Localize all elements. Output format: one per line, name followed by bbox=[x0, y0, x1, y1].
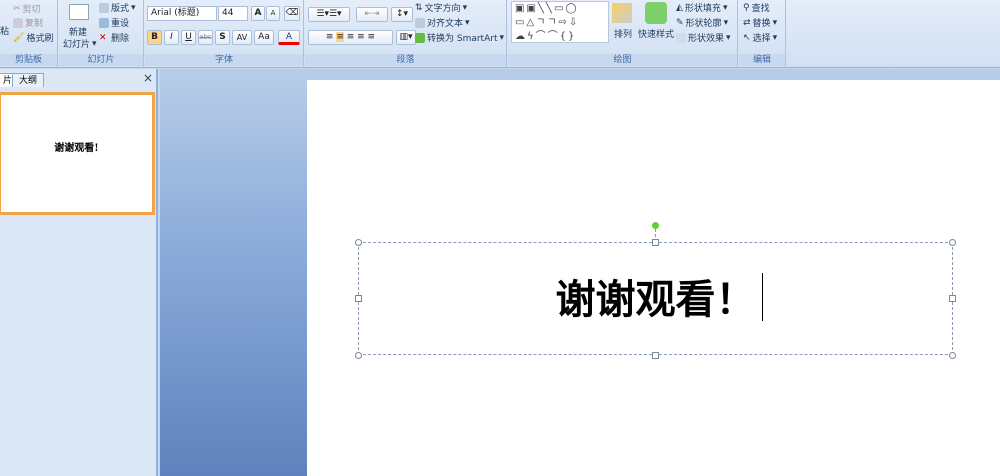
resize-handle[interactable] bbox=[949, 239, 956, 246]
shadow-button[interactable]: S bbox=[215, 30, 230, 45]
line-spacing-button[interactable]: ↕▾ bbox=[391, 7, 413, 22]
close-pane-button[interactable]: × bbox=[143, 71, 153, 85]
underline-button[interactable]: U bbox=[181, 30, 196, 45]
drawing-label: 绘图 bbox=[508, 54, 737, 66]
slides-group: 新建 幻灯片 ▾ 版式 ▾ 重设 ✕ 删除 幻灯片 bbox=[59, 0, 144, 68]
tab-outline[interactable]: 大纲 bbox=[12, 73, 45, 87]
resize-handle[interactable] bbox=[355, 352, 362, 359]
slide-title-text[interactable]: 谢谢观看！ bbox=[358, 270, 953, 330]
smartart-icon bbox=[415, 32, 425, 43]
find-button[interactable]: ⚲ 查找 bbox=[743, 1, 770, 15]
eraser-icon: ⌫ bbox=[285, 8, 299, 18]
copy-button[interactable]: 复制 bbox=[13, 16, 43, 29]
new-slide-icon bbox=[69, 4, 89, 20]
pencil-icon: ✎ bbox=[676, 17, 684, 28]
font-color-button[interactable]: A bbox=[278, 30, 300, 45]
slides-pane: 片 大纲 × 谢谢观看! bbox=[0, 69, 158, 476]
drawing-group: ▣▣╲╲▭◯ ▭△ㄱㄱ⇨⇩ ☁ϟ⌒⌒{} 排列 快速样式 ◭ 形状填充 ▾ ✎ 形状轮廓 ▾… bbox=[508, 0, 738, 68]
layout-icon bbox=[99, 2, 109, 13]
reset-icon bbox=[99, 17, 109, 28]
italic-button[interactable]: I bbox=[164, 30, 179, 45]
arrange-icon bbox=[612, 3, 632, 23]
align-text-button[interactable]: 对齐文本 ▾ bbox=[415, 16, 470, 29]
slide-thumbnail[interactable]: 谢谢观看! bbox=[0, 92, 155, 215]
reset-button[interactable]: 重设 bbox=[99, 16, 129, 29]
resize-handle[interactable] bbox=[652, 239, 659, 246]
text-cursor bbox=[762, 273, 763, 321]
clear-format-button[interactable]: ⌫ bbox=[284, 6, 300, 21]
font-label: 字体 bbox=[145, 54, 303, 66]
editing-group: ⚲ 查找 ⇄ 替换 ▾ ↖ 选择 ▾ 编辑 bbox=[739, 0, 786, 68]
resize-handle[interactable] bbox=[949, 352, 956, 359]
new-slide-dropdown[interactable]: 幻灯片 ▾ bbox=[63, 37, 97, 51]
bullets-button[interactable]: ☰▾☰▾ bbox=[308, 7, 350, 22]
font-group: Arial (标题) 44 A A ⌫ B I U abc S AV Aa A … bbox=[145, 0, 304, 68]
cut-button[interactable]: ✂ 剪切 bbox=[13, 2, 41, 16]
thumbnail-text: 谢谢观看! bbox=[54, 143, 99, 154]
alignment-buttons[interactable]: ≡ ≡ ≡ ≡ ≡ bbox=[308, 30, 393, 45]
delete-icon: ✕ bbox=[99, 32, 107, 43]
shrink-font-button[interactable]: A bbox=[266, 6, 280, 21]
resize-handle[interactable] bbox=[652, 352, 659, 359]
text-direction-icon: ⇅ bbox=[415, 2, 423, 13]
rotate-handle[interactable] bbox=[652, 222, 659, 229]
replace-icon: ⇄ bbox=[743, 17, 751, 28]
brush-icon: 🖌 bbox=[13, 32, 25, 43]
indent-buttons[interactable]: ⇤⇥ bbox=[356, 7, 388, 22]
text-direction-button[interactable]: ⇅ 文字方向 ▾ bbox=[415, 1, 467, 15]
shape-outline-button[interactable]: ✎ 形状轮廓 ▾ bbox=[676, 16, 728, 30]
slides-label: 幻灯片 bbox=[59, 54, 143, 66]
delete-button[interactable]: ✕ 删除 bbox=[99, 31, 129, 45]
strikethrough-button[interactable]: abc bbox=[198, 30, 213, 45]
paragraph-label: 段落 bbox=[305, 54, 506, 66]
bold-button[interactable]: B bbox=[147, 30, 162, 45]
columns-button[interactable]: ▥▾ bbox=[396, 30, 416, 45]
shape-effects-button[interactable]: 形状效果 ▾ bbox=[676, 31, 731, 44]
binoculars-icon: ⚲ bbox=[743, 2, 750, 13]
clipboard-group: 粘 ✂ 剪切 复制 🖌 格式刷 剪贴板 bbox=[0, 0, 58, 68]
clipboard-label: 剪贴板 bbox=[0, 54, 57, 66]
format-painter-button[interactable]: 🖌 格式刷 bbox=[13, 31, 53, 45]
arrange-button[interactable]: 排列 bbox=[614, 27, 632, 40]
grow-font-button[interactable]: A bbox=[251, 6, 265, 21]
copy-icon bbox=[13, 17, 23, 28]
shape-fill-button[interactable]: ◭ 形状填充 ▾ bbox=[676, 1, 727, 15]
layout-button[interactable]: 版式 ▾ bbox=[99, 1, 136, 14]
font-name-combo[interactable]: Arial (标题) bbox=[147, 6, 217, 21]
resize-handle[interactable] bbox=[355, 239, 362, 246]
ribbon: 粘 ✂ 剪切 复制 🖌 格式刷 剪贴板 新建 幻灯片 ▾ 版式 ▾ 重设 ✕ 删除 幻灯片… bbox=[0, 0, 1000, 68]
char-spacing-button[interactable]: AV bbox=[232, 30, 252, 45]
select-button[interactable]: ↖ 选择 ▾ bbox=[743, 31, 777, 45]
scissors-icon: ✂ bbox=[13, 3, 21, 14]
quick-styles-button[interactable]: 快速样式 bbox=[638, 27, 674, 40]
replace-button[interactable]: ⇄ 替换 ▾ bbox=[743, 16, 777, 30]
paragraph-group: ☰▾☰▾ ⇤⇥ ↕▾ ≡ ≡ ≡ ≡ ≡ ▥▾ ⇅ 文字方向 ▾ 对齐文本 ▾ 转换为… bbox=[305, 0, 507, 68]
quick-styles-icon bbox=[645, 2, 667, 24]
align-text-icon bbox=[415, 17, 425, 28]
font-size-combo[interactable]: 44 bbox=[218, 6, 248, 21]
smartart-button[interactable]: 转换为 SmartArt ▾ bbox=[415, 31, 504, 44]
paste-button[interactable]: 粘 bbox=[0, 24, 9, 37]
paint-bucket-icon: ◭ bbox=[676, 2, 683, 13]
cursor-icon: ↖ bbox=[743, 32, 751, 43]
shapes-gallery[interactable]: ▣▣╲╲▭◯ ▭△ㄱㄱ⇨⇩ ☁ϟ⌒⌒{} bbox=[511, 1, 609, 43]
effects-icon bbox=[676, 32, 686, 43]
change-case-button[interactable]: Aa bbox=[254, 30, 274, 45]
editing-label: 编辑 bbox=[739, 54, 785, 66]
